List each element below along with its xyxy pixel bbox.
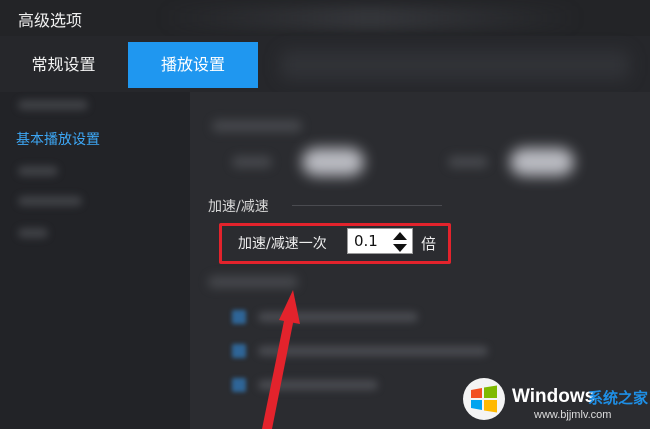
watermark-site-name: 系统之家: [588, 389, 649, 407]
windows-logo-icon: [463, 378, 505, 420]
watermark-brand: Windows: [512, 386, 596, 407]
pointer-arrow-annotation: [262, 290, 300, 429]
watermark-url: www.bjjmlv.com: [534, 409, 612, 421]
watermark: Windows 系统之家 www.bjjmlv.com: [448, 370, 650, 429]
